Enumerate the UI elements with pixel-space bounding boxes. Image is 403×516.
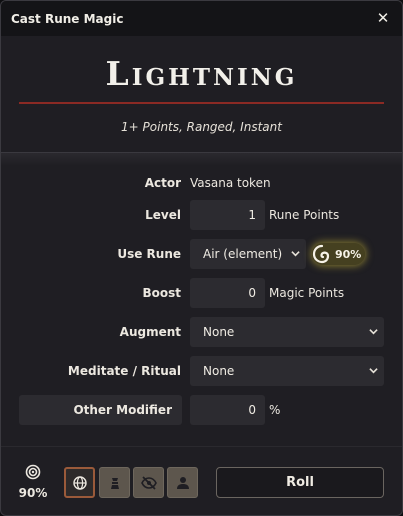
target-chance: 90% [18, 464, 48, 500]
eye-slash-icon [140, 475, 157, 490]
public-roll-button[interactable] [64, 467, 95, 498]
boost-input[interactable]: 0 [190, 278, 265, 308]
globe-icon [72, 475, 87, 490]
roll-button[interactable]: Roll [216, 467, 384, 498]
air-rune-icon [312, 244, 330, 264]
spell-header: Lightning 1+ Points, Ranged, Instant [1, 36, 402, 152]
target-icon [25, 464, 41, 480]
level-unit: Rune Points [269, 208, 340, 222]
boost-unit: Magic Points [269, 286, 345, 300]
target-percent: 90% [18, 486, 48, 500]
title-bar[interactable]: Cast Rune Magic ✕ [1, 1, 402, 36]
level-label: Level [145, 208, 181, 222]
gm-roll-button[interactable] [99, 467, 130, 498]
cast-rune-magic-dialog: Cast Rune Magic ✕ Lightning 1+ Points, R… [0, 0, 403, 516]
gm-icon [110, 477, 119, 489]
other-modifier-row: Other Modifier 0 % [1, 395, 402, 425]
user-icon [176, 476, 189, 489]
close-icon[interactable]: ✕ [374, 11, 392, 26]
use-rune-label: Use Rune [117, 247, 181, 261]
chevron-down-icon [291, 251, 300, 257]
section-divider [1, 152, 402, 166]
meditate-select[interactable]: None [190, 356, 384, 386]
actor-row: Actor Vasana token [1, 168, 402, 198]
augment-value: None [203, 325, 235, 339]
blind-roll-button[interactable] [133, 467, 164, 498]
boost-row: Boost 0 Magic Points [1, 278, 402, 308]
other-modifier-unit: % [269, 403, 281, 417]
chevron-down-icon [369, 368, 378, 374]
augment-label: Augment [119, 325, 181, 339]
self-roll-button[interactable] [167, 467, 198, 498]
other-modifier-label: Other Modifier [19, 395, 182, 425]
actor-value: Vasana token [190, 176, 271, 190]
rune-chance-badge: 90% [312, 243, 366, 265]
level-row: Level 1 Rune Points [1, 200, 402, 230]
footer-divider [1, 446, 402, 447]
use-rune-row: Use Rune Air (element) 90% [1, 239, 402, 269]
meditate-value: None [203, 364, 235, 378]
use-rune-select[interactable]: Air (element) [190, 239, 306, 269]
meditate-label: Meditate / Ritual [67, 364, 181, 378]
other-modifier-input[interactable]: 0 [190, 395, 265, 425]
augment-select[interactable]: None [190, 317, 384, 347]
augment-row: Augment None [1, 317, 402, 347]
level-input[interactable]: 1 [190, 200, 265, 230]
rune-chance: 90% [335, 247, 362, 261]
actor-label: Actor [144, 176, 181, 190]
boost-label: Boost [142, 286, 181, 300]
chevron-down-icon [369, 329, 378, 335]
use-rune-value: Air (element) [203, 247, 283, 261]
spell-name: Lightning [105, 54, 298, 93]
header-divider [19, 102, 384, 104]
window-title: Cast Rune Magic [11, 11, 124, 26]
meditate-row: Meditate / Ritual None [1, 356, 402, 386]
spell-subtitle: 1+ Points, Ranged, Instant [121, 120, 282, 134]
